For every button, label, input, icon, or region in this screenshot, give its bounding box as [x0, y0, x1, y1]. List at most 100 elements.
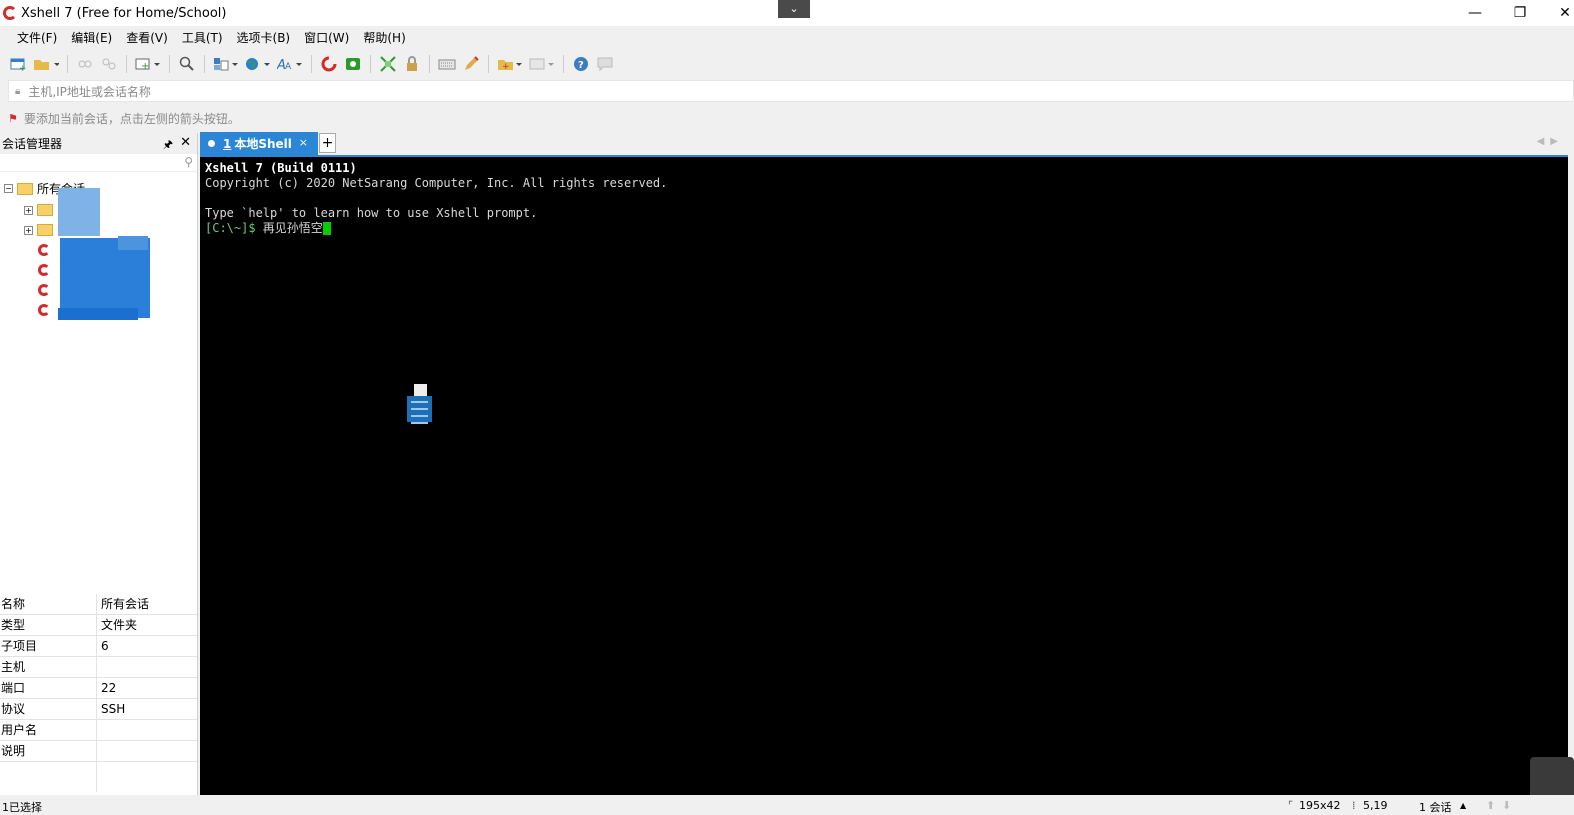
- toolbar-separator: [67, 55, 68, 73]
- property-row: 端口 22: [0, 678, 197, 699]
- tab-scroll-arrows[interactable]: ◀▶: [1537, 136, 1564, 147]
- terminal-line: Copyright (c) 2020 NetSarang Computer, I…: [205, 176, 668, 190]
- folder-icon: [17, 182, 33, 195]
- pin-icon[interactable]: 🖈: [163, 136, 173, 155]
- toolbar-separator: [429, 55, 430, 73]
- fullscreen-icon[interactable]: [378, 54, 398, 74]
- properties-table: 名称 所有会话 类型 文件夹 子项目 6 主机 端口 22 协议 SSH 用户名 说明: [0, 594, 197, 792]
- status-selection: 1已选择: [2, 801, 42, 814]
- tree-session[interactable]: [38, 264, 50, 276]
- address-bar[interactable]: 🔒︎ 主机,IP地址或会话名称: [8, 80, 1574, 102]
- menu-file[interactable]: 文件(F): [10, 27, 64, 49]
- layout-icon[interactable]: [212, 54, 240, 74]
- menu-window[interactable]: 窗口(W): [297, 27, 356, 49]
- tab-number: 1: [223, 136, 232, 151]
- close-window-button[interactable]: ✕: [1545, 2, 1574, 24]
- toolbar-separator: [204, 55, 205, 73]
- scroll-down-icon[interactable]: ⬇: [1502, 799, 1511, 812]
- add-tab-button[interactable]: +: [319, 133, 336, 153]
- property-key: 协议: [0, 699, 97, 719]
- property-row: 子项目 6: [0, 636, 197, 657]
- svg-text:+: +: [502, 62, 510, 71]
- menu-tabs[interactable]: 选项卡(B): [230, 27, 298, 49]
- add-folder-icon[interactable]: +: [496, 54, 524, 74]
- address-placeholder: 主机,IP地址或会话名称: [28, 84, 151, 99]
- tree-folder[interactable]: +: [24, 224, 53, 236]
- redacted-block: [60, 238, 150, 318]
- restore-button[interactable]: ❐: [1500, 2, 1540, 24]
- hint-bar: ⚑ 要添加当前会话，点击左侧的箭头按钮。: [8, 108, 240, 128]
- sessions-dropdown-icon[interactable]: ▲: [1460, 801, 1466, 810]
- toolbar-separator: [311, 55, 312, 73]
- new-session-icon[interactable]: +: [8, 54, 28, 74]
- tree-folder[interactable]: +: [24, 204, 53, 216]
- status-bar: 1已选择 ⌜ 195x42 ⁞ 5,19 1 会话 ▲ ⬆ ⬇: [0, 795, 1574, 815]
- open-folder-icon[interactable]: [32, 54, 60, 74]
- floating-document-icon[interactable]: [407, 384, 432, 424]
- compose-icon[interactable]: [461, 54, 481, 74]
- terminal-area[interactable]: Xshell 7 (Build 0111) Copyright (c) 2020…: [200, 155, 1568, 795]
- xftp-green-icon[interactable]: [343, 54, 363, 74]
- hint-text: 要添加当前会话，点击左侧的箭头按钮。: [23, 111, 240, 126]
- cursor-pos-icon: ⁞: [1352, 799, 1356, 812]
- lock-icon[interactable]: [402, 54, 422, 74]
- title-dropdown-button[interactable]: ⌄: [778, 0, 810, 18]
- property-key: 主机: [0, 657, 97, 677]
- property-value: [97, 720, 101, 740]
- session-icon: [38, 264, 50, 276]
- tile-icon[interactable]: [528, 54, 556, 74]
- session-icon: [38, 284, 50, 296]
- window-title: Xshell 7 (Free for Home/School): [21, 5, 227, 21]
- terminal-line: Xshell 7 (Build 0111): [205, 161, 357, 175]
- status-cursor-pos: 5,19: [1363, 799, 1388, 812]
- chat-icon[interactable]: [595, 54, 615, 74]
- lock-icon: 🔒︎: [15, 85, 21, 97]
- vertical-scrollbar[interactable]: [1568, 155, 1574, 795]
- collapse-icon[interactable]: −: [4, 184, 13, 193]
- disconnect-icon[interactable]: [99, 54, 119, 74]
- xshell-logo-icon: [3, 6, 17, 20]
- tab-local-shell[interactable]: 1 本地Shell ×: [200, 132, 318, 155]
- session-icon: [38, 244, 50, 256]
- globe-icon[interactable]: [244, 54, 272, 74]
- property-key: 类型: [0, 615, 97, 635]
- toolbar-separator: [563, 55, 564, 73]
- tree-session[interactable]: [38, 244, 50, 256]
- search-icon[interactable]: [177, 54, 197, 74]
- expand-icon[interactable]: +: [24, 225, 33, 235]
- scroll-up-icon[interactable]: ⬆: [1486, 799, 1495, 812]
- session-icon: [38, 304, 50, 316]
- close-panel-icon[interactable]: ✕: [180, 135, 191, 150]
- menu-help[interactable]: 帮助(H): [356, 27, 412, 49]
- terminal-prompt-line: [C:\~]$ 再见孙悟空: [205, 221, 1568, 236]
- expand-icon[interactable]: +: [24, 205, 33, 215]
- toolbar-separator: [126, 55, 127, 73]
- menu-tools[interactable]: 工具(T): [175, 27, 230, 49]
- property-row: 说明: [0, 741, 197, 762]
- toolbar-separator: [370, 55, 371, 73]
- help-icon[interactable]: ?: [571, 54, 591, 74]
- keyboard-icon[interactable]: [437, 54, 457, 74]
- new-tab-icon[interactable]: +: [134, 54, 162, 74]
- property-row: 类型 文件夹: [0, 615, 197, 636]
- resize-icon: ⌜: [1288, 799, 1294, 812]
- font-icon[interactable]: AA: [276, 54, 304, 74]
- session-manager-header: 会话管理器 🖈 ✕: [0, 133, 197, 154]
- property-key: 说明: [0, 741, 97, 761]
- menu-view[interactable]: 查看(V): [119, 27, 175, 49]
- folder-icon: [37, 204, 53, 216]
- tree-session[interactable]: [38, 284, 50, 296]
- tree-session[interactable]: [38, 304, 50, 316]
- property-value: [97, 657, 101, 677]
- search-icon: ⚲: [184, 155, 193, 169]
- folder-icon: [37, 224, 53, 236]
- status-sessions[interactable]: 1 会话: [1419, 799, 1452, 815]
- xshell-red-icon[interactable]: [319, 54, 339, 74]
- property-value: 文件夹: [101, 618, 138, 632]
- minimize-button[interactable]: —: [1455, 2, 1495, 24]
- connect-icon[interactable]: [75, 54, 95, 74]
- tab-close-icon[interactable]: ×: [299, 136, 308, 149]
- menu-edit[interactable]: 编辑(E): [64, 27, 119, 49]
- session-search-input[interactable]: ⚲: [0, 154, 197, 172]
